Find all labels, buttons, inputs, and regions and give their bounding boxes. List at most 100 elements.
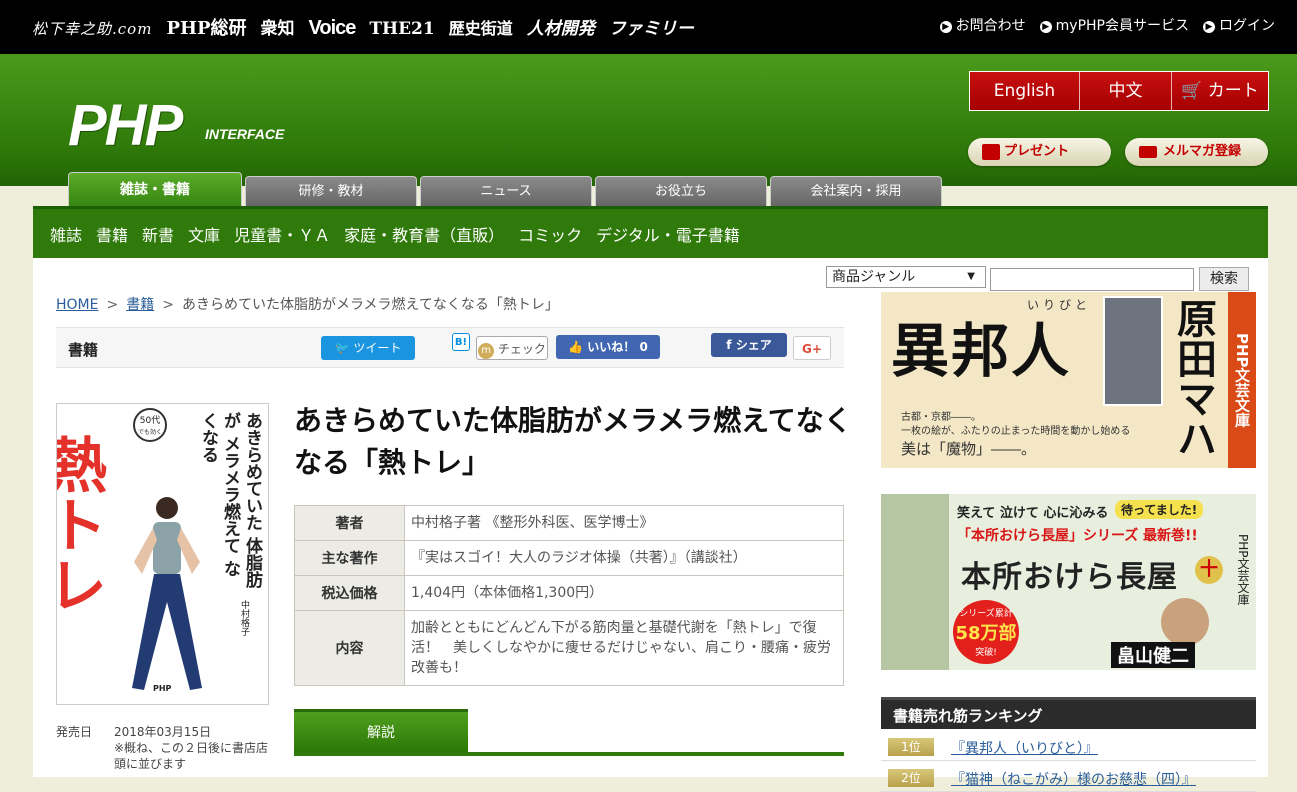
cart-button[interactable]: 🛒 カート: [1172, 72, 1268, 110]
badge-age: 50代: [139, 416, 161, 426]
site-header: PHP INTERFACE English 中文 🛒 カート プレゼント メルマ…: [0, 54, 1297, 186]
english-button[interactable]: English: [970, 72, 1080, 110]
row-value-content: 加齢とともにどんどん下がる筋肉量と基礎代謝を「熱トレ」で復活！ 美しくしなやかに…: [404, 610, 844, 686]
brand-link-voice[interactable]: Voice: [309, 17, 357, 40]
release-label: 発売日: [56, 725, 93, 739]
tab-underline: [294, 752, 844, 756]
arrow-circle-icon: ▶: [1203, 21, 1215, 33]
tweet-button[interactable]: 🐦 ツイート: [321, 336, 415, 360]
facebook-icon: f: [726, 338, 732, 352]
cover-author: 中村格子: [239, 600, 249, 636]
hatena-bookmark-button[interactable]: B!: [452, 333, 470, 351]
rank-title[interactable]: 『異邦人（いりびと）』: [951, 738, 1098, 758]
arrow-circle-icon: ▶: [1039, 21, 1052, 33]
banner-ad-okeranagaya[interactable]: 笑えて 泣けて 心に沁みる 待ってました! 「本所おけら長屋」シリーズ 最新巻!…: [881, 494, 1256, 670]
brand-link-php-souken[interactable]: PHP総研: [166, 14, 246, 40]
facebook-share-button[interactable]: f シェア: [711, 333, 787, 357]
ad2-sales2: 58万部: [955, 623, 1017, 644]
ad2-sales1: シリーズ累計: [959, 609, 1013, 619]
table-row: 著者 中村格子著 《整形外科医、医学博士》: [294, 505, 844, 541]
google-plus-button[interactable]: G+: [793, 336, 831, 360]
cart-label: カート: [1207, 81, 1259, 101]
row-value-author: 中村格子著 《整形外科医、医学博士》: [404, 505, 844, 541]
ad2-volume: 十: [1195, 556, 1223, 584]
mailmag-button[interactable]: メルマガ登録: [1125, 138, 1268, 166]
subnav-books[interactable]: 書籍: [96, 222, 128, 246]
book-info-table: 著者 中村格子著 《整形外科医、医学博士》 主な著作 『実はスゴイ！大人のラジオ体操…: [294, 505, 844, 686]
brand-link-shuchi[interactable]: 衆知: [261, 14, 295, 39]
subnav-bunko[interactable]: 文庫: [188, 222, 220, 246]
ad1-book-image: [1103, 296, 1163, 406]
subnav-magazines[interactable]: 雑誌: [50, 222, 82, 246]
book-cover: 熱トレ あきらめていた 体脂肪が メラメラ燃えて なくなる 50代 でも効く 中村…: [56, 403, 269, 705]
ad1-copy2: 一枚の絵が、ふたりの止まった時間を動かし始める: [901, 426, 1131, 437]
ad2-sales-badge: シリーズ累計 58万部突破!: [953, 600, 1019, 664]
site-logo[interactable]: PHP: [68, 92, 183, 159]
row-value-price: 1,404円（本体価格1,300円）: [404, 575, 844, 611]
facebook-like-button[interactable]: 👍 いいね！ 0: [556, 335, 660, 359]
row-label-price: 税込価格: [294, 575, 405, 611]
cover-figure: [132, 497, 202, 690]
list-item[interactable]: 2位 『猫神（ねこがみ）様のお慈悲（四）』: [881, 763, 1256, 792]
myphp-link[interactable]: ▶ myPHP会員サービス: [1039, 15, 1189, 35]
rank-number: 1位: [888, 738, 934, 756]
brand-link-family[interactable]: ファミリー: [609, 14, 694, 39]
tab-kaisetsu[interactable]: 解説: [294, 709, 468, 753]
present-label: プレゼント: [1004, 144, 1070, 159]
ranking-heading: 書籍売れ筋ランキング: [881, 697, 1256, 729]
present-button[interactable]: プレゼント: [968, 138, 1111, 166]
ad2-author: 畠山健二: [1111, 642, 1195, 668]
subnav-comic[interactable]: コミック: [518, 222, 582, 246]
login-link-label: ログイン: [1219, 18, 1275, 34]
banner-ad-iribito[interactable]: 異邦人 いりびと 原田マハ PHP文芸文庫 古都・京都――。 一枚の絵が、ふたり…: [881, 292, 1256, 468]
table-row: 税込価格 1,404円（本体価格1,300円）: [294, 575, 844, 611]
arrow-circle-icon: ▶: [939, 21, 952, 33]
ad2-top: 笑えて 泣けて 心に沁みる: [957, 506, 1109, 521]
ad2-series: 「本所おけら長屋」シリーズ: [957, 528, 1139, 544]
site-logo-sub: INTERFACE: [205, 126, 285, 142]
ad2-newest: 最新巻!!: [1143, 528, 1198, 544]
dropdown-arrow-icon: ▼: [967, 271, 975, 282]
ad1-author: 原田マハ: [1170, 298, 1217, 458]
row-label-author: 著者: [294, 505, 405, 541]
breadcrumb-home[interactable]: HOME: [56, 297, 98, 313]
like-count: 0: [639, 340, 648, 354]
mailmag-label: メルマガ登録: [1163, 144, 1242, 159]
cover-publisher: PHP: [153, 684, 172, 693]
breadcrumb-separator: >: [106, 297, 119, 313]
search-input[interactable]: [990, 268, 1194, 291]
twitter-icon: 🐦: [334, 341, 350, 355]
brand-link-the21[interactable]: THE21: [369, 19, 434, 39]
chinese-button[interactable]: 中文: [1080, 72, 1172, 110]
ad2-title: 本所おけら長屋: [961, 560, 1178, 595]
ad2-author-photo: [1161, 598, 1209, 646]
rank-title[interactable]: 『猫神（ねこがみ）様のお慈悲（四）』: [951, 769, 1196, 789]
check-label: チェック: [497, 342, 546, 356]
genre-select[interactable]: 商品ジャンル ▼: [826, 266, 986, 288]
row-label-content: 内容: [294, 610, 405, 686]
genre-select-value: 商品ジャンル: [832, 269, 916, 285]
rank-number: 2位: [888, 769, 934, 787]
search-button[interactable]: 検索: [1199, 267, 1249, 291]
subnav-children[interactable]: 児童書・ＹＡ: [234, 222, 330, 246]
release-date-value: 2018年03月15日: [114, 725, 212, 739]
book-title: あきらめていた体脂肪がメラメラ燃えてなくなる「熱トレ」: [294, 404, 852, 479]
contact-link[interactable]: ▶ お問合わせ: [939, 15, 1026, 35]
table-row: 内容 加齢とともにどんどん下がる筋肉量と基礎代謝を「熱トレ」で復活！ 美しくしなや…: [294, 610, 844, 686]
brand-link-jinzai[interactable]: 人材開発: [527, 14, 595, 39]
ad2-sales3: 突破!: [975, 648, 997, 658]
mail-icon: [1139, 146, 1157, 158]
brand-link-matsushita[interactable]: 松下幸之助.com: [32, 18, 152, 39]
breadcrumb-books[interactable]: 書籍: [126, 297, 154, 313]
gift-icon: [982, 144, 1000, 160]
subnav-digital[interactable]: デジタル・電子書籍: [596, 222, 740, 246]
subnav-family[interactable]: 家庭・教育書（直販）: [344, 222, 504, 246]
brand-link-rekishi-kaido[interactable]: 歴史街道: [449, 15, 513, 39]
mixi-check-button[interactable]: m チェック: [476, 336, 548, 360]
login-link[interactable]: ▶ ログイン: [1203, 15, 1275, 35]
language-buttons: English 中文 🛒 カート: [969, 71, 1269, 111]
subnav-shinsho[interactable]: 新書: [142, 222, 174, 246]
list-item[interactable]: 1位 『異邦人（いりびと）』: [881, 732, 1256, 761]
cover-title: 熱トレ: [56, 434, 107, 614]
myphp-link-label: myPHP会員サービス: [1055, 18, 1189, 34]
